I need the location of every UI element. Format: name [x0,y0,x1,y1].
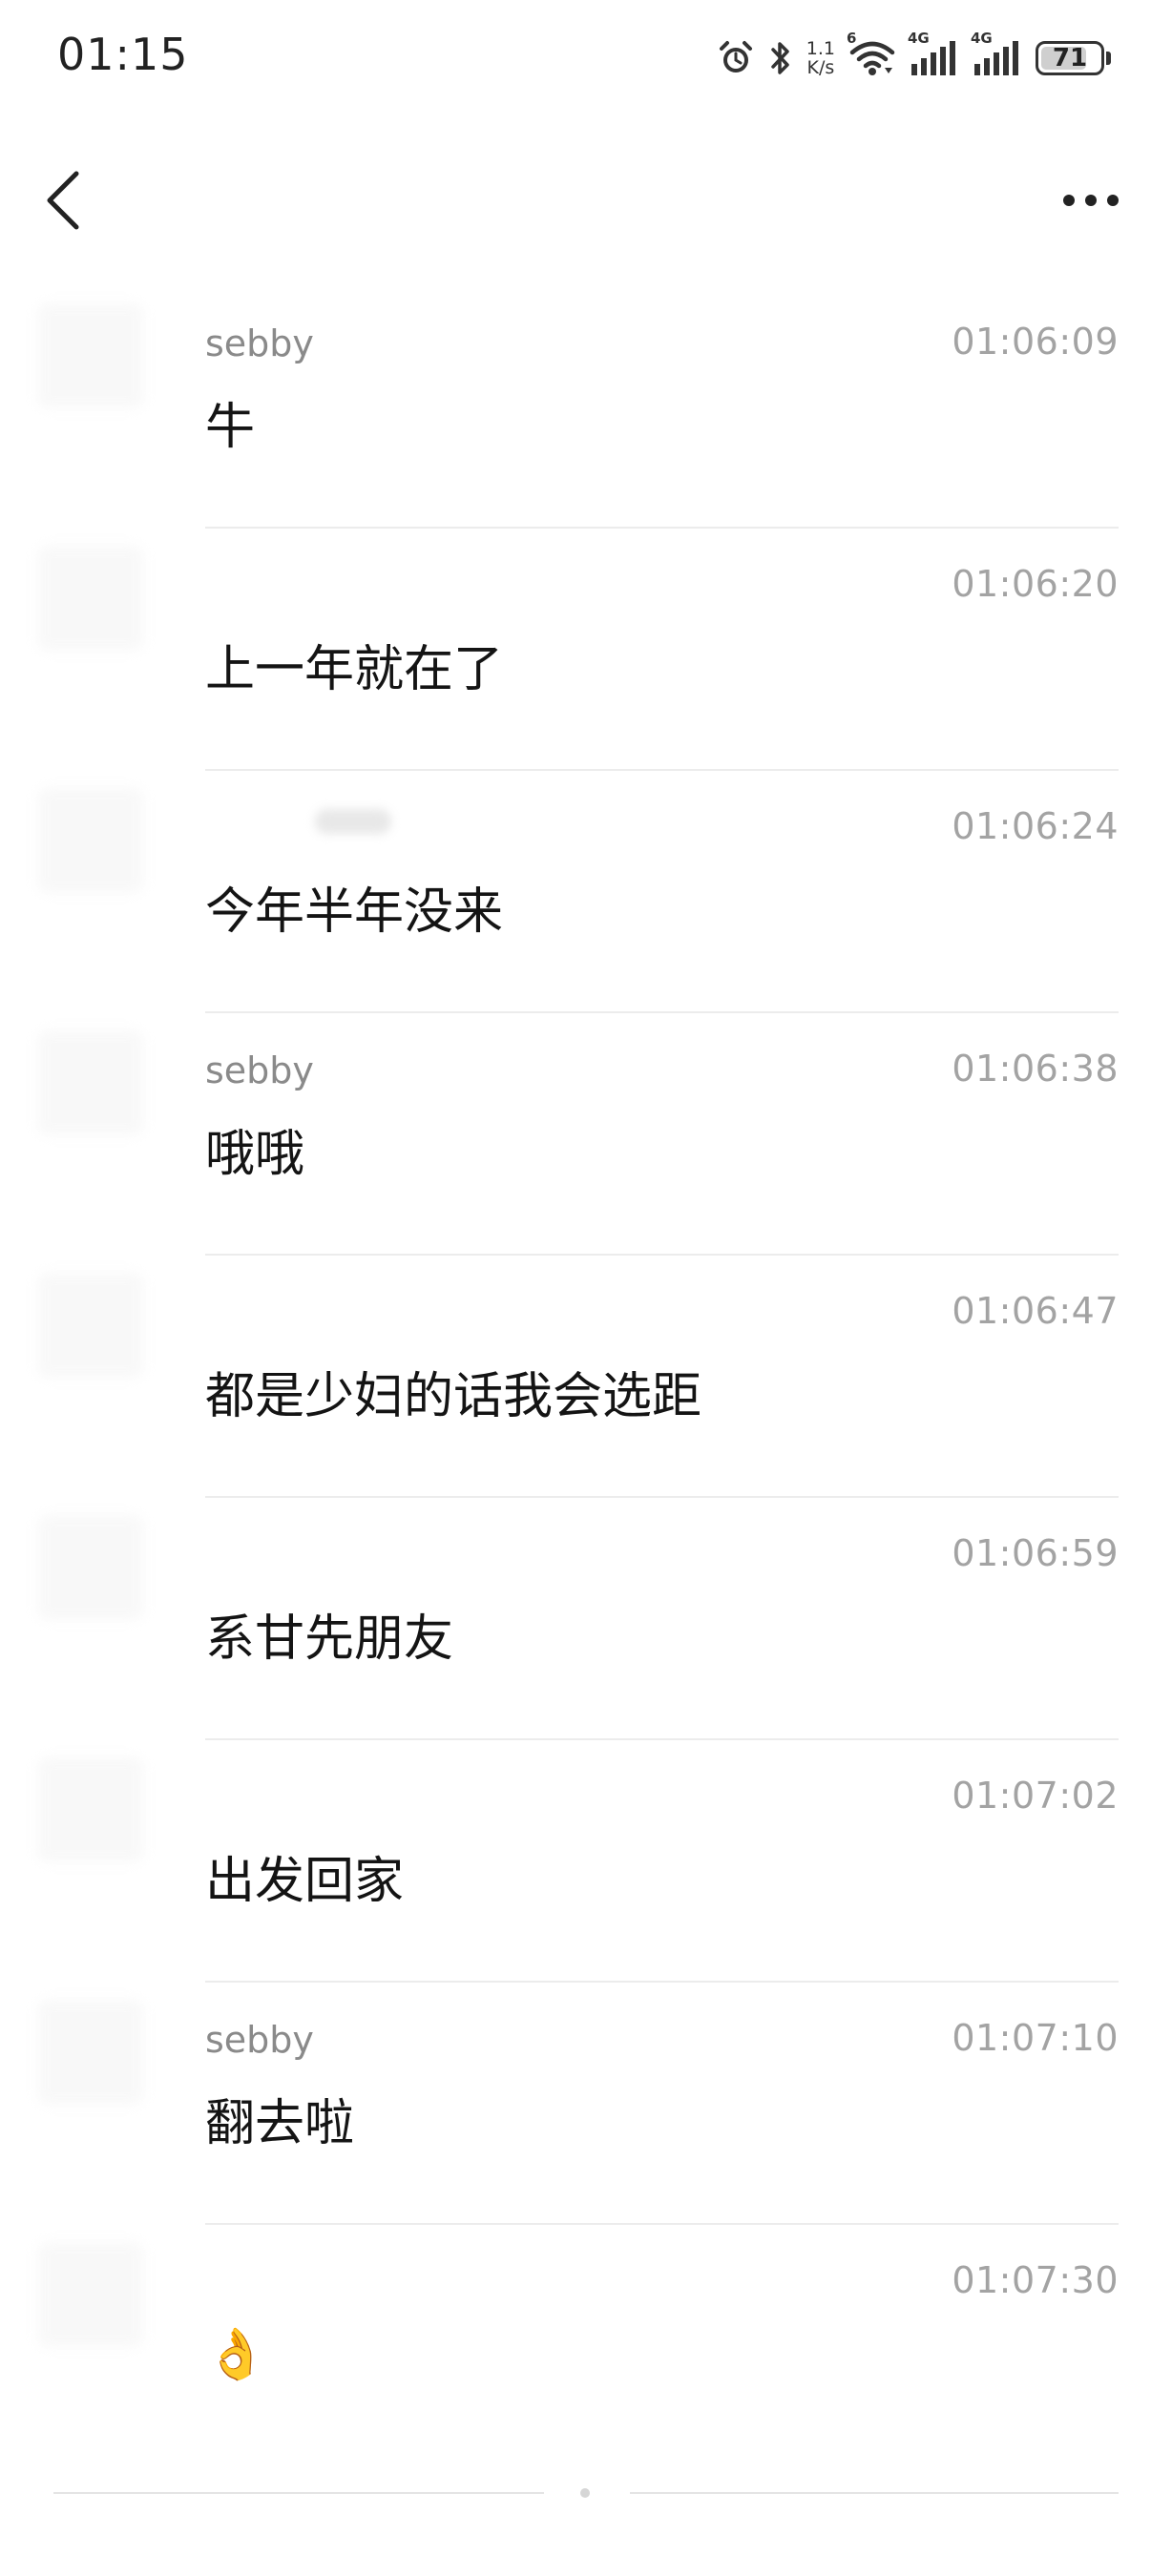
message-time: 01:06:09 [952,321,1119,363]
wifi-tag: 6 [847,30,857,47]
signal-indicator-2: 4G [971,30,1022,77]
message-time: 01:06:20 [952,563,1119,605]
avatar[interactable] [38,546,143,651]
net-speed: 1.1 K/s [806,39,835,77]
message-text: 上一年就在了 [205,641,504,698]
signal-2-tag: 4G [971,30,993,47]
scroll-indicator-dot [580,2488,590,2498]
message-text: 翻去啦 [205,2095,355,2152]
message-item[interactable]: sebby 01:06:09 牛 [0,286,1172,529]
message-sender: sebby [205,322,314,364]
net-speed-value: 1.1 [806,38,835,59]
message-item[interactable]: sebby 01:06:38 哦哦 [0,1013,1172,1256]
message-item[interactable]: sebby 01:07:10 翻去啦 [0,1983,1172,2225]
battery-cap [1106,52,1111,65]
message-text: 都是少妇的话我会选距 [205,1368,702,1425]
message-item[interactable]: 01:06:59 系甘先朋友 [0,1498,1172,1740]
avatar[interactable] [38,1030,143,1135]
message-item[interactable]: 01:07:02 出发回家 [0,1740,1172,1983]
more-button[interactable] [1048,172,1134,229]
battery-icon: 71 [1036,41,1104,75]
message-text: 👌 [205,2326,267,2383]
avatar[interactable] [38,1515,143,1620]
message-text: 牛 [205,399,256,456]
message-time: 01:07:30 [952,2259,1119,2301]
net-speed-unit: K/s [806,57,835,78]
message-time: 01:07:10 [952,2017,1119,2059]
bottom-divider-left [53,2492,544,2494]
message-item[interactable]: 01:06:20 上一年就在了 [0,529,1172,771]
avatar[interactable] [38,788,143,893]
message-sender: sebby [205,1049,314,1091]
avatar[interactable] [38,1273,143,1378]
message-list[interactable]: sebby 01:06:09 牛 01:06:20 上一年就在了 01:06:2… [0,286,1172,2467]
avatar[interactable] [38,1757,143,1862]
message-time: 01:06:47 [952,1290,1119,1332]
message-item[interactable]: 01:06:24 今年半年没来 [0,771,1172,1013]
message-time: 01:06:38 [952,1048,1119,1090]
chevron-left-icon [47,171,79,230]
more-dots-icon [1063,195,1119,206]
message-item[interactable]: 01:06:47 都是少妇的话我会选距 [0,1256,1172,1498]
signal-1-tag: 4G [908,30,930,47]
status-bar: 01:15 1.1 K/s 6 4G 4G 71 [0,0,1172,114]
battery-level: 71 [1052,44,1088,73]
redacted-sender [315,809,391,834]
message-time: 01:06:59 [952,1532,1119,1574]
back-button[interactable] [36,162,94,239]
nav-bar [0,143,1172,267]
message-text: 哦哦 [205,1126,305,1183]
avatar[interactable] [38,303,143,408]
message-text: 出发回家 [205,1853,405,1910]
message-text: 今年半年没来 [205,883,504,941]
wifi-indicator: 6 [847,30,896,77]
alarm-icon [719,41,752,73]
message-sender: sebby [205,2019,314,2061]
signal-indicator-1: 4G [908,30,959,77]
bottom-divider-right [630,2492,1119,2494]
bluetooth-icon [771,42,789,74]
avatar[interactable] [38,2242,143,2347]
status-icons: 1.1 K/s 6 4G 4G 71 [717,30,1111,82]
message-time: 01:07:02 [952,1775,1119,1817]
message-time: 01:06:24 [952,805,1119,847]
avatar[interactable] [38,2000,143,2105]
status-time: 01:15 [57,29,189,80]
message-text: 系甘先朋友 [205,1610,454,1668]
message-item[interactable]: 01:07:30 👌 [0,2225,1172,2467]
